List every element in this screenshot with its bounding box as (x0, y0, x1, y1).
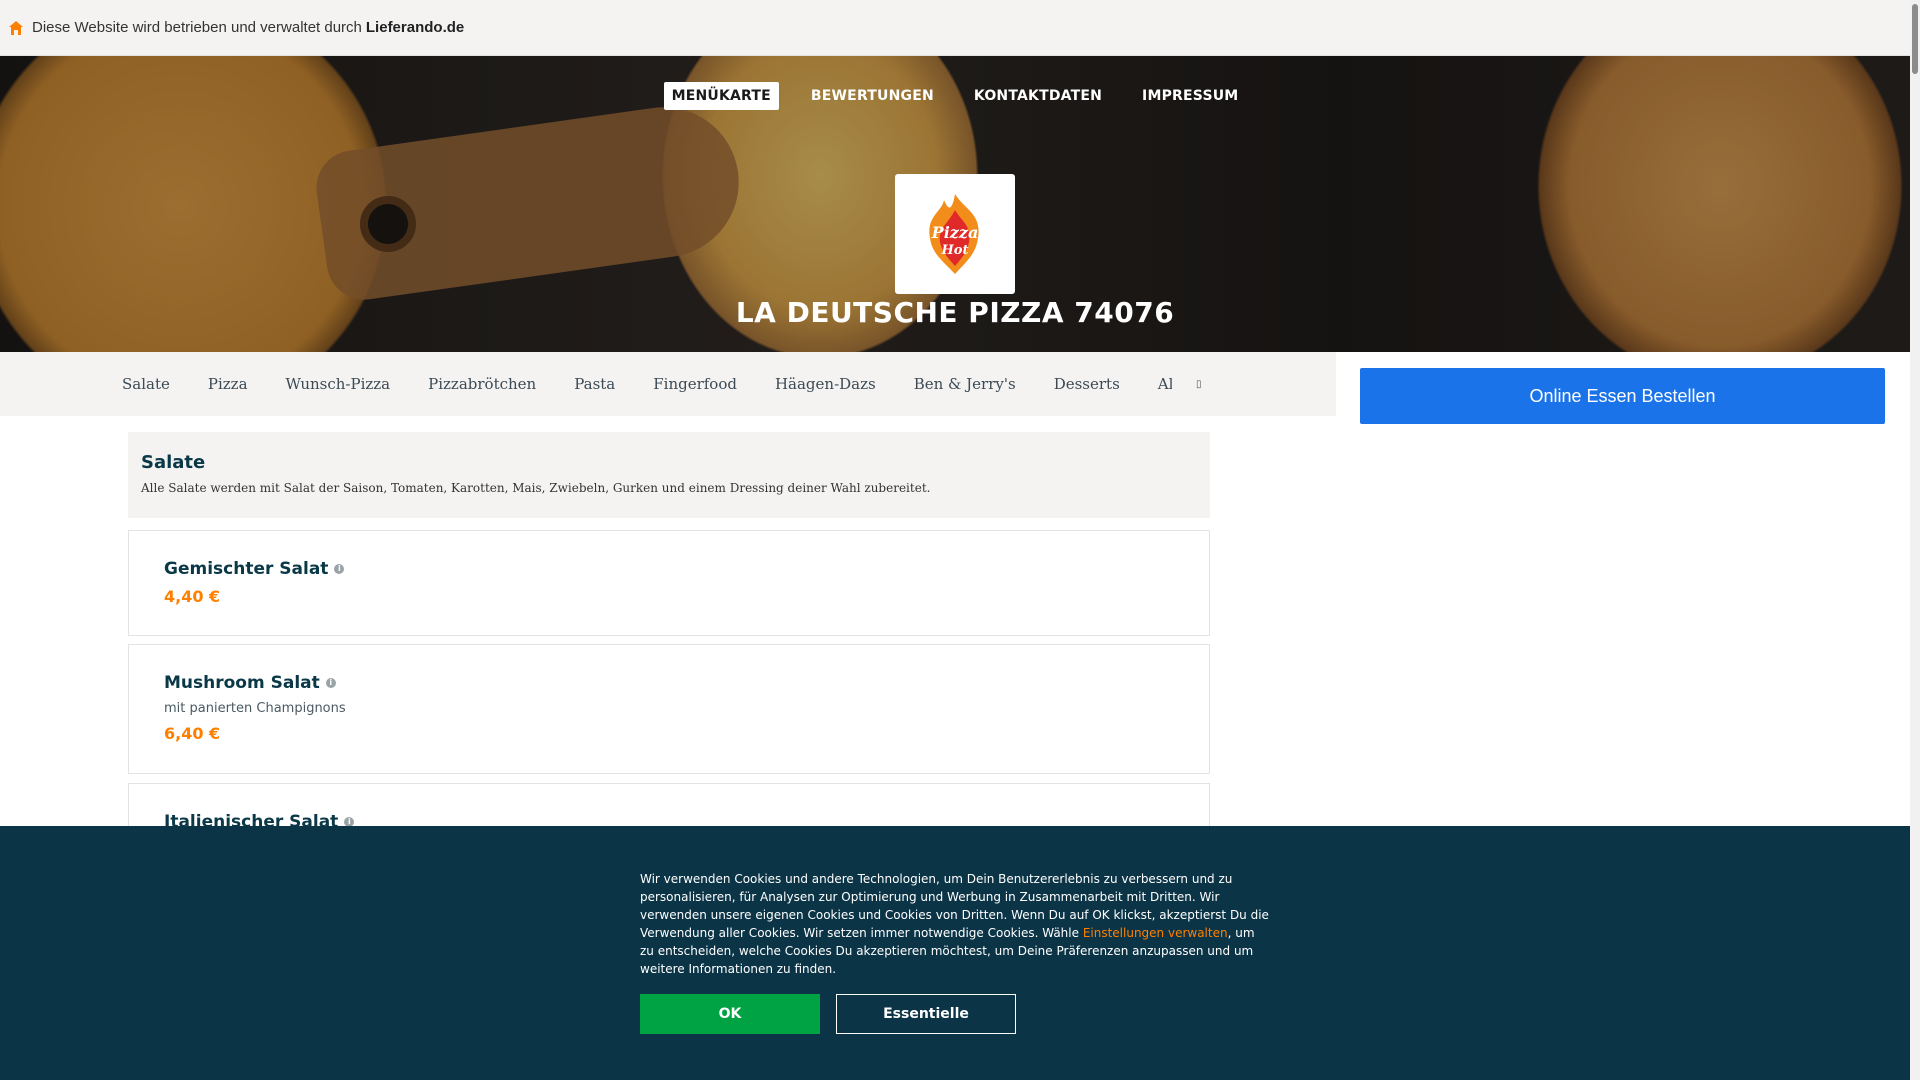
menu-item-name: Mushroom Salat (164, 673, 320, 693)
cookie-consent-banner: Wir verwenden Cookies und andere Technol… (0, 826, 1910, 1080)
section-description: Alle Salate werden mit Salat der Saison,… (141, 481, 931, 495)
cookie-essential-button[interactable]: Essentielle (836, 994, 1016, 1034)
menu-item[interactable]: Mushroom Salat i mit panierten Champigno… (128, 644, 1210, 774)
section-header-salate: Salate Alle Salate werden mit Salat der … (128, 432, 1210, 518)
category-pizzabroetchen[interactable]: Pizzabrötchen (428, 375, 536, 393)
operator-notice-bar: Diese Website wird betrieben und verwalt… (0, 0, 1910, 56)
operator-brand-link[interactable]: Lieferando.de (366, 19, 464, 36)
category-wunsch-pizza[interactable]: Wunsch-Pizza (286, 375, 391, 393)
restaurant-name: LA DEUTSCHE PIZZA 74076 (735, 296, 1175, 329)
category-pasta[interactable]: Pasta (574, 375, 615, 393)
nav-kontaktdaten[interactable]: KONTAKTDATEN (966, 82, 1110, 110)
home-icon (9, 20, 23, 35)
operator-notice-text: Diese Website wird betrieben und verwalt… (32, 19, 362, 36)
manage-settings-link[interactable]: Einstellungen verwalten (1083, 926, 1228, 940)
category-bar: Salate Pizza Wunsch-Pizza Pizzabrötchen … (0, 352, 1336, 416)
category-more-icon[interactable]: ▯ (1196, 379, 1202, 390)
flame-logo-icon: Pizza Hot (929, 194, 979, 274)
hero-banner: MENÜKARTE BEWERTUNGEN KONTAKTDATEN IMPRE… (0, 56, 1910, 352)
menu-item-price: 4,40 € (164, 587, 221, 606)
menu-item-description: mit panierten Champignons (164, 701, 346, 716)
cookie-text: Wir verwenden Cookies und andere Technol… (640, 872, 1269, 976)
section-title: Salate (141, 452, 206, 473)
page-scrollbar[interactable] (1910, 0, 1920, 1080)
menu-item[interactable]: Gemischter Salat i 4,40 € (128, 530, 1210, 636)
category-haagen-dazs[interactable]: Häagen-Dazs (775, 375, 876, 393)
category-fingerfood[interactable]: Fingerfood (653, 375, 737, 393)
category-salate[interactable]: Salate (122, 375, 170, 393)
category-alkoholfreie-getraenke[interactable]: Alkoholfreie Ge (1158, 375, 1172, 393)
menu-item-name: Gemischter Salat (164, 559, 329, 579)
category-ben-jerrys[interactable]: Ben & Jerry's (914, 375, 1016, 393)
category-pizza[interactable]: Pizza (208, 375, 248, 393)
restaurant-logo: Pizza Hot (895, 174, 1015, 294)
svg-text:Hot: Hot (941, 243, 969, 258)
category-desserts[interactable]: Desserts (1054, 375, 1120, 393)
menu-item-price: 6,40 € (164, 724, 221, 743)
nav-impressum[interactable]: IMPRESSUM (1134, 82, 1246, 110)
info-icon[interactable]: i (325, 678, 336, 688)
svg-text:Pizza: Pizza (931, 223, 979, 242)
category-list: Salate Pizza Wunsch-Pizza Pizzabrötchen … (122, 375, 1172, 393)
order-online-button[interactable]: Online Essen Bestellen (1360, 368, 1885, 424)
main-nav: MENÜKARTE BEWERTUNGEN KONTAKTDATEN IMPRE… (0, 82, 1910, 110)
cookie-ok-button[interactable]: OK (640, 994, 820, 1034)
scrollbar-thumb[interactable] (1912, 4, 1918, 74)
nav-bewertungen[interactable]: BEWERTUNGEN (803, 82, 942, 110)
nav-menukarte[interactable]: MENÜKARTE (663, 82, 779, 110)
info-icon[interactable]: i (334, 564, 345, 574)
